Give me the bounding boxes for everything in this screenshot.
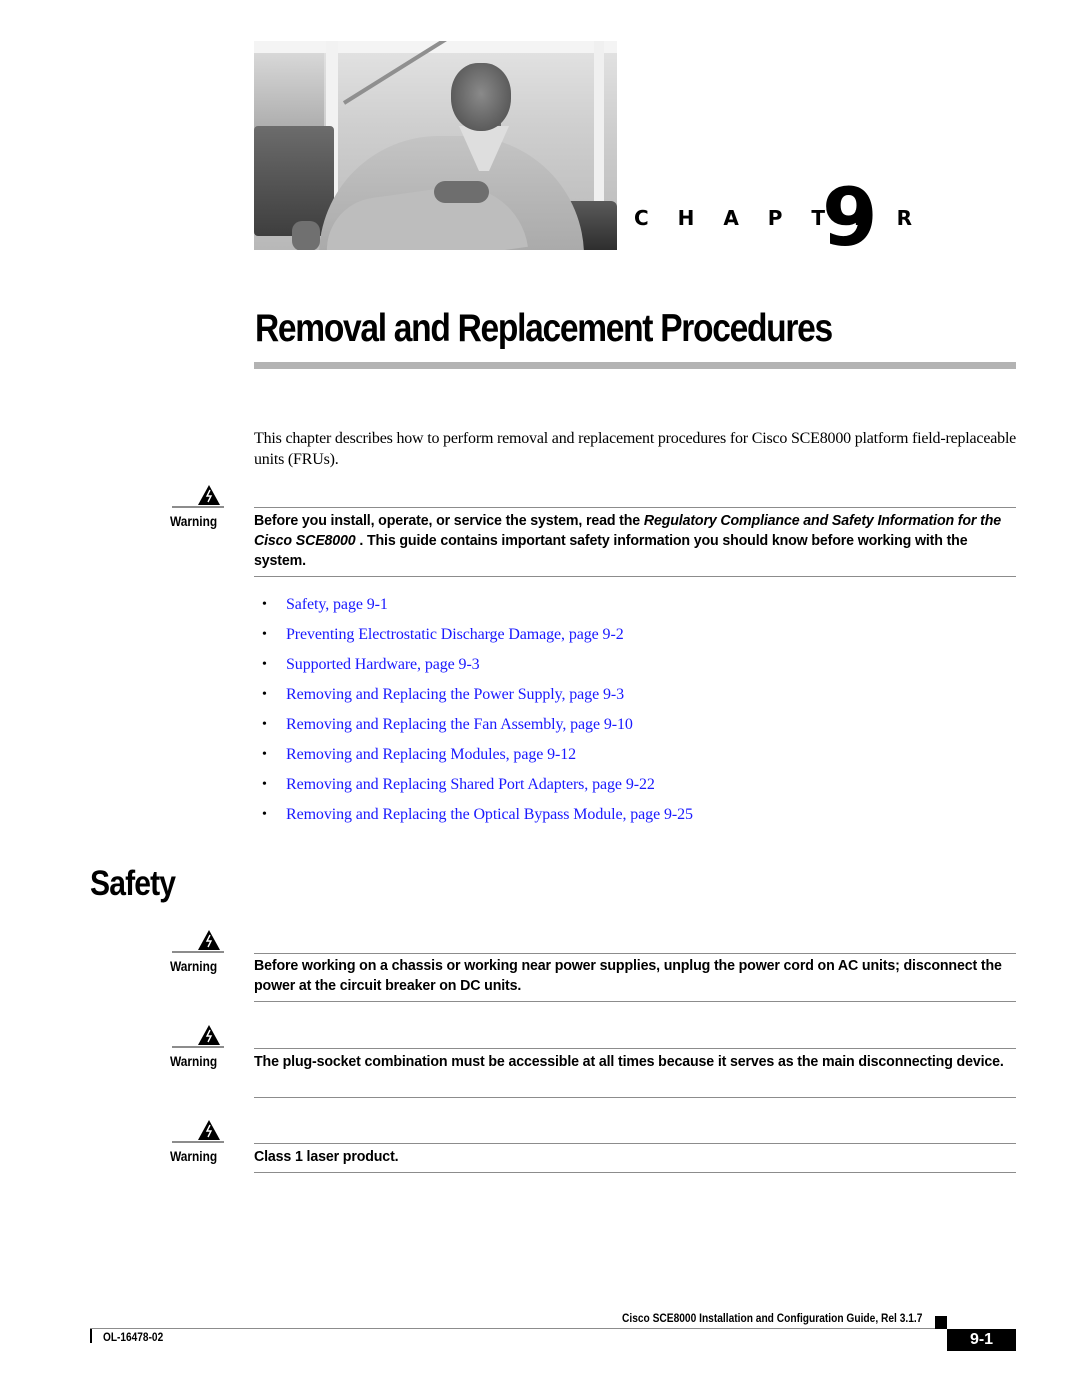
warning-text-part: Before working on a chassis or working n… [254,958,1002,994]
warning-stub-rule [172,506,224,508]
warning-stub-rule [172,1141,224,1143]
bullet: • [262,777,267,792]
warning-icon [198,1120,220,1140]
toc-link[interactable]: Supported Hardware, page 9-3 [286,654,480,676]
warning-icon [198,485,220,505]
warning-text-part: The plug-socket combination must be acce… [254,1054,1004,1070]
toc-item: • Removing and Replacing the Optical Bypa… [262,804,693,834]
footer-marker-block [935,1316,947,1329]
toc-item: • Removing and Replacing Modules, page 9-… [262,744,693,774]
warning-top-rule [254,1048,1016,1049]
toc-link[interactable]: Removing and Replacing the Power Supply,… [286,684,624,706]
warning-stub-rule [172,951,224,953]
warning-text: Before working on a chassis or working n… [254,956,1034,996]
warning-bottom-rule [254,1001,1016,1002]
chapter-label: C H A P T E R [634,206,924,230]
footer-rule [90,1328,935,1329]
footer-guide-title: Cisco SCE8000 Installation and Configura… [622,1311,923,1325]
warning-top-rule [254,953,1016,954]
photo-person-hand [434,181,489,203]
toc-item: • Removing and Replacing Shared Port Adap… [262,774,693,804]
bullet: • [262,747,267,762]
bullet: • [262,717,267,732]
warning-text: Before you install, operate, or service … [254,511,1034,571]
footer-doc-number: OL-16478-02 [103,1332,164,1344]
warning-bottom-rule [254,576,1016,577]
toc-link[interactable]: Removing and Replacing Modules, page 9-1… [286,744,576,766]
title-rule [254,362,1016,369]
photo-person-hand [292,221,320,250]
warning-label: Warning [170,513,218,529]
toc-link[interactable]: Removing and Replacing Shared Port Adapt… [286,774,655,796]
page-number-badge: 9-1 [947,1329,1016,1351]
toc-item: • Supported Hardware, page 9-3 [262,654,693,684]
warning-top-rule [254,507,1016,508]
toc-item: • Safety, page 9-1 [262,594,693,624]
warning-stub-rule [172,1046,224,1048]
toc-link[interactable]: Removing and Replacing the Optical Bypas… [286,804,693,826]
warning-text-part: Class 1 laser product. [254,1149,399,1165]
toc-item: • Preventing Electrostatic Discharge Dama… [262,624,693,654]
bullet: • [262,657,267,672]
photo-person-head [451,63,511,131]
warning-text: Class 1 laser product. [254,1147,1034,1167]
intro-paragraph: This chapter describes how to perform re… [254,430,1017,468]
chapter-toc: • Safety, page 9-1 • Preventing Electrosta… [262,594,693,834]
bullet: • [262,687,267,702]
toc-item: • Removing and Replacing the Power Supply… [262,684,693,714]
bullet: • [262,627,267,642]
toc-link[interactable]: Preventing Electrostatic Discharge Damag… [286,624,624,646]
warning-icon [198,1025,220,1045]
warning-label: Warning [170,958,218,974]
warning-top-rule [254,1143,1016,1144]
warning-icon [198,930,220,950]
warning-text-part: Before you install, operate, or service … [254,513,644,529]
bullet: • [262,807,267,822]
toc-item: • Removing and Replacing the Fan Assembly… [262,714,693,744]
toc-link[interactable]: Removing and Replacing the Fan Assembly,… [286,714,633,736]
section-title: Safety [90,864,176,903]
chapter-number: 9 [822,171,878,264]
bullet: • [262,597,267,612]
warning-bottom-rule [254,1172,1016,1173]
chapter-title: Removal and Replacement Procedures [255,307,833,350]
toc-link[interactable]: Safety, page 9-1 [286,594,388,616]
chapter-photo [254,41,617,250]
warning-label: Warning [170,1148,218,1164]
photo-chair [254,126,334,236]
warning-bottom-rule [254,1097,1016,1098]
footer-left-tick [90,1329,92,1343]
warning-label: Warning [170,1053,218,1069]
warning-text-part: . This guide contains important safety i… [254,533,968,569]
warning-text: The plug-socket combination must be acce… [254,1052,1034,1072]
